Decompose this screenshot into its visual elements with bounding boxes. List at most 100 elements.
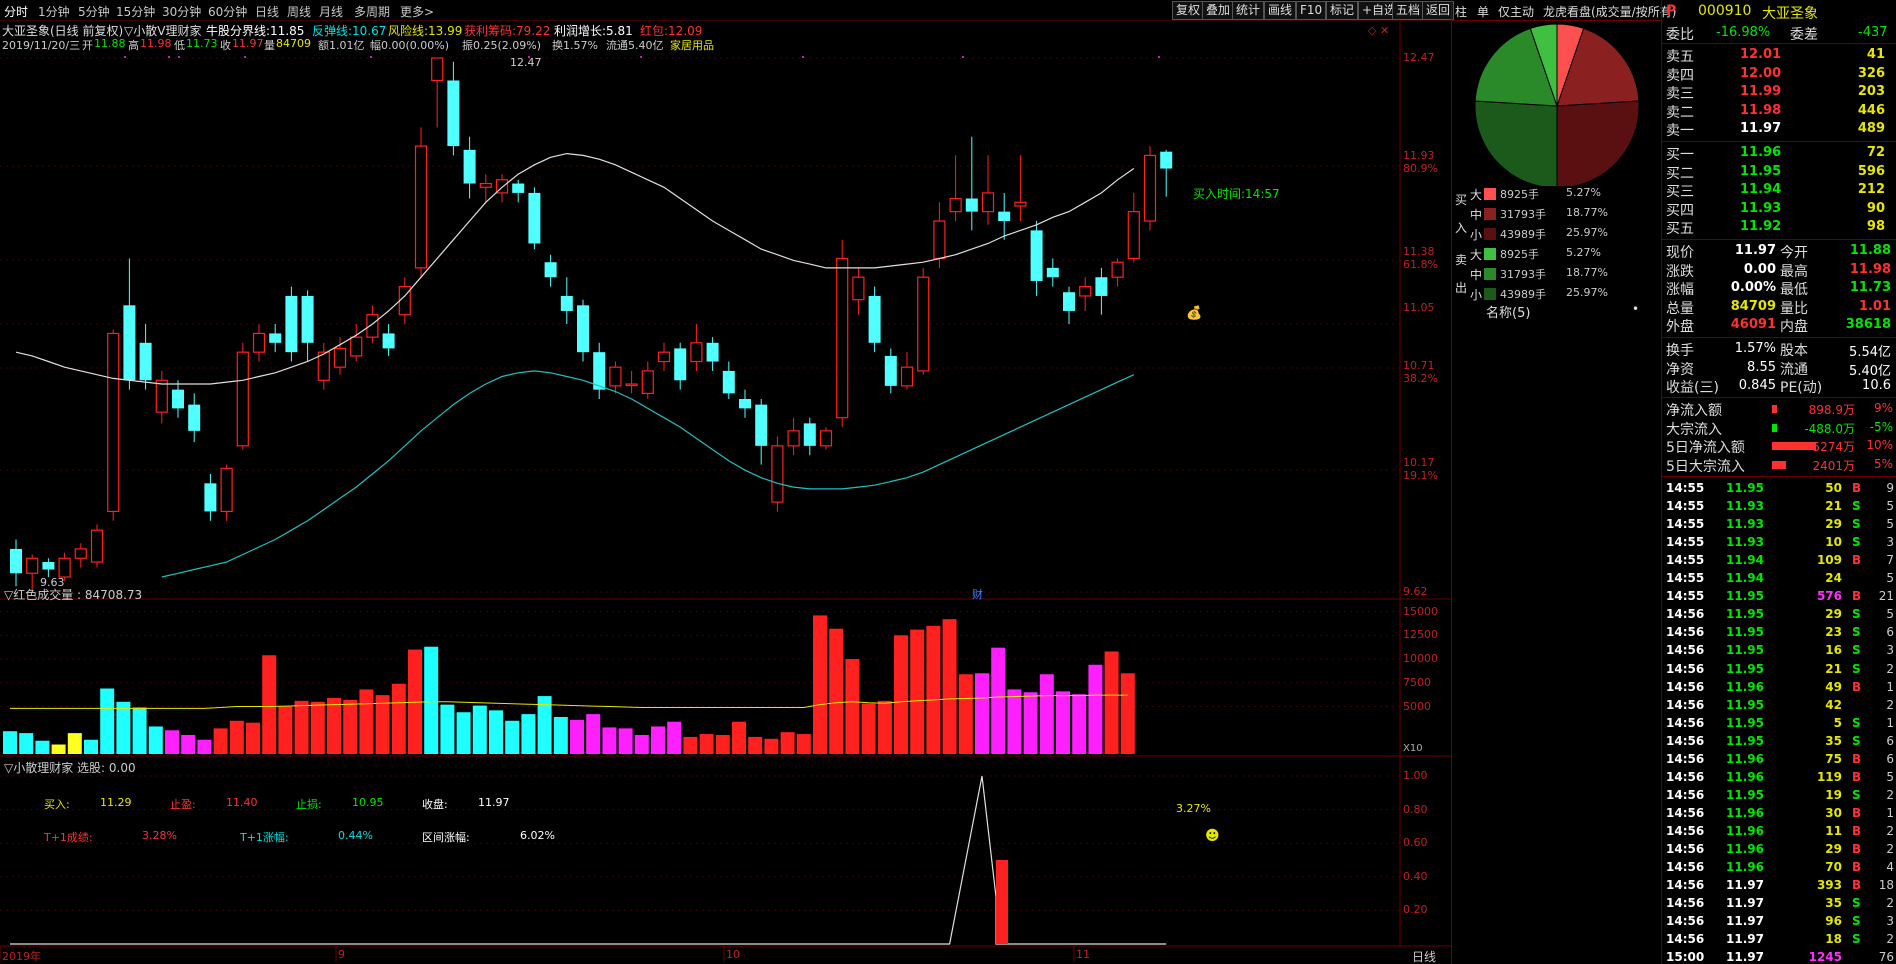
buy-row-swatch bbox=[1484, 188, 1496, 200]
quote-separator bbox=[1662, 397, 1896, 398]
middle-tab-0[interactable]: 柱 bbox=[1455, 3, 1467, 20]
tick-side: B bbox=[1852, 679, 1862, 694]
candle bbox=[1160, 149, 1173, 197]
sell-row-pct: 25.97% bbox=[1566, 286, 1608, 299]
sector-list-dot-icon: • bbox=[1632, 302, 1640, 316]
ask-row[interactable]: 卖二 11.98 446 bbox=[1662, 102, 1896, 121]
signal-dot bbox=[168, 56, 170, 58]
tick-price: 11.96 bbox=[1726, 769, 1764, 784]
tick-price: 11.95 bbox=[1726, 661, 1764, 676]
volume-bar bbox=[618, 728, 633, 754]
tick-count: 9 bbox=[1886, 481, 1894, 495]
middle-tab-1[interactable]: 单 bbox=[1477, 3, 1489, 20]
volume-bar bbox=[586, 714, 601, 754]
volume-bar bbox=[35, 740, 50, 754]
kline-chart[interactable] bbox=[0, 0, 1451, 964]
tick-row: 14:55 11.95 50 B 9 bbox=[1662, 480, 1896, 498]
volume-bar bbox=[570, 719, 584, 754]
tick-side: S bbox=[1852, 932, 1861, 947]
candle bbox=[398, 277, 411, 325]
tick-time: 14:56 bbox=[1666, 661, 1705, 676]
buy-row-pct: 5.27% bbox=[1566, 186, 1601, 199]
finance-marker[interactable]: 财 bbox=[972, 586, 983, 602]
candle bbox=[463, 136, 476, 199]
takeprofit-value: 11.40 bbox=[226, 796, 258, 809]
tick-time: 14:56 bbox=[1666, 805, 1705, 820]
volume-bar bbox=[181, 735, 196, 754]
x-tick: 10 bbox=[726, 948, 740, 961]
candle bbox=[1111, 258, 1124, 287]
tick-price: 11.95 bbox=[1726, 643, 1764, 658]
candle bbox=[74, 543, 87, 568]
tick-time: 14:55 bbox=[1666, 535, 1705, 550]
candle bbox=[577, 299, 589, 362]
sell-row-swatch bbox=[1484, 248, 1496, 260]
sell-row-swatch bbox=[1484, 288, 1496, 300]
volume-bar bbox=[472, 705, 487, 754]
buy-row-key: 大 bbox=[1470, 188, 1483, 202]
fund-value: 8.55 bbox=[1747, 359, 1776, 375]
price-tick: 11.05 bbox=[1403, 301, 1435, 314]
volume-bar bbox=[489, 710, 503, 754]
ask-price: 12.00 bbox=[1740, 65, 1782, 81]
tick-time: 14:55 bbox=[1666, 571, 1705, 586]
tick-time: 14:56 bbox=[1666, 643, 1705, 658]
middle-tab-3[interactable]: 龙虎看盘(成交量/按所有) bbox=[1543, 3, 1676, 20]
tick-price: 11.93 bbox=[1726, 499, 1764, 514]
bid-row[interactable]: 买三 11.94 212 bbox=[1662, 181, 1896, 200]
volume-bar bbox=[51, 744, 66, 754]
buy-key: 买入: bbox=[44, 798, 70, 811]
tick-time: 14:56 bbox=[1666, 607, 1705, 622]
tick-time: 14:56 bbox=[1666, 769, 1705, 784]
buy-value: 11.29 bbox=[100, 796, 132, 809]
tick-side: S bbox=[1852, 607, 1861, 622]
fund-value: 10.6 bbox=[1862, 378, 1891, 393]
tick-volume: 18 bbox=[1825, 932, 1842, 947]
ask-row[interactable]: 卖四 12.00 326 bbox=[1662, 65, 1896, 84]
tick-count: 2 bbox=[1886, 787, 1894, 802]
candle bbox=[1079, 277, 1092, 311]
tick-count: 2 bbox=[1886, 697, 1894, 712]
flow-key: 净流入额 bbox=[1666, 403, 1722, 419]
middle-tab-2[interactable]: 仅主动 bbox=[1498, 3, 1534, 20]
ask-level: 卖二 bbox=[1666, 104, 1694, 121]
ask-row[interactable]: 卖五 12.01 41 bbox=[1662, 46, 1896, 65]
flow-bar bbox=[1772, 423, 1777, 432]
sell-row-pct: 5.27% bbox=[1566, 246, 1601, 259]
flow-pct: -5% bbox=[1869, 419, 1893, 434]
bid-row[interactable]: 买五 11.92 98 bbox=[1662, 218, 1896, 237]
tick-time: 14:56 bbox=[1666, 823, 1705, 838]
tick-time: 14:55 bbox=[1666, 517, 1705, 532]
buy-row-pct: 18.77% bbox=[1566, 206, 1608, 219]
volume-bar bbox=[327, 697, 341, 754]
volume-bar bbox=[440, 704, 455, 754]
flow-key: 5日净流入额 bbox=[1666, 440, 1745, 456]
buy-row-vol: 31793手 bbox=[1500, 208, 1546, 221]
flow-value: 2401万 bbox=[1812, 458, 1855, 473]
weicha-value: -437 bbox=[1858, 25, 1888, 40]
quote-value: 11.73 bbox=[1849, 280, 1891, 295]
tick-volume: 35 bbox=[1825, 896, 1842, 911]
candle bbox=[1143, 146, 1157, 231]
tick-row: 14:56 11.95 29 S 5 bbox=[1662, 606, 1896, 624]
quote-value: 0.00 bbox=[1743, 261, 1776, 277]
candle bbox=[317, 342, 330, 390]
tick-row: 14:55 11.93 21 S 5 bbox=[1662, 498, 1896, 516]
tick-price: 11.97 bbox=[1726, 932, 1764, 947]
ask-row[interactable]: 卖一 11.97 489 bbox=[1662, 120, 1896, 139]
volume-bar bbox=[732, 721, 746, 754]
bid-price: 11.96 bbox=[1740, 145, 1782, 160]
bid-row[interactable]: 买一 11.96 72 bbox=[1662, 144, 1896, 163]
volume-bar bbox=[521, 714, 536, 754]
tick-time: 14:55 bbox=[1666, 481, 1705, 495]
bid-row[interactable]: 买四 11.93 90 bbox=[1662, 200, 1896, 219]
ask-row[interactable]: 卖三 11.99 203 bbox=[1662, 83, 1896, 102]
flow-bar bbox=[1772, 442, 1816, 450]
sell-row-pct: 18.77% bbox=[1566, 266, 1608, 279]
volume-bar bbox=[845, 659, 860, 754]
candle bbox=[1095, 267, 1108, 315]
bid-row[interactable]: 买二 11.95 596 bbox=[1662, 163, 1896, 182]
candle bbox=[900, 352, 914, 390]
tick-count: 6 bbox=[1886, 625, 1894, 640]
candle bbox=[107, 329, 120, 521]
